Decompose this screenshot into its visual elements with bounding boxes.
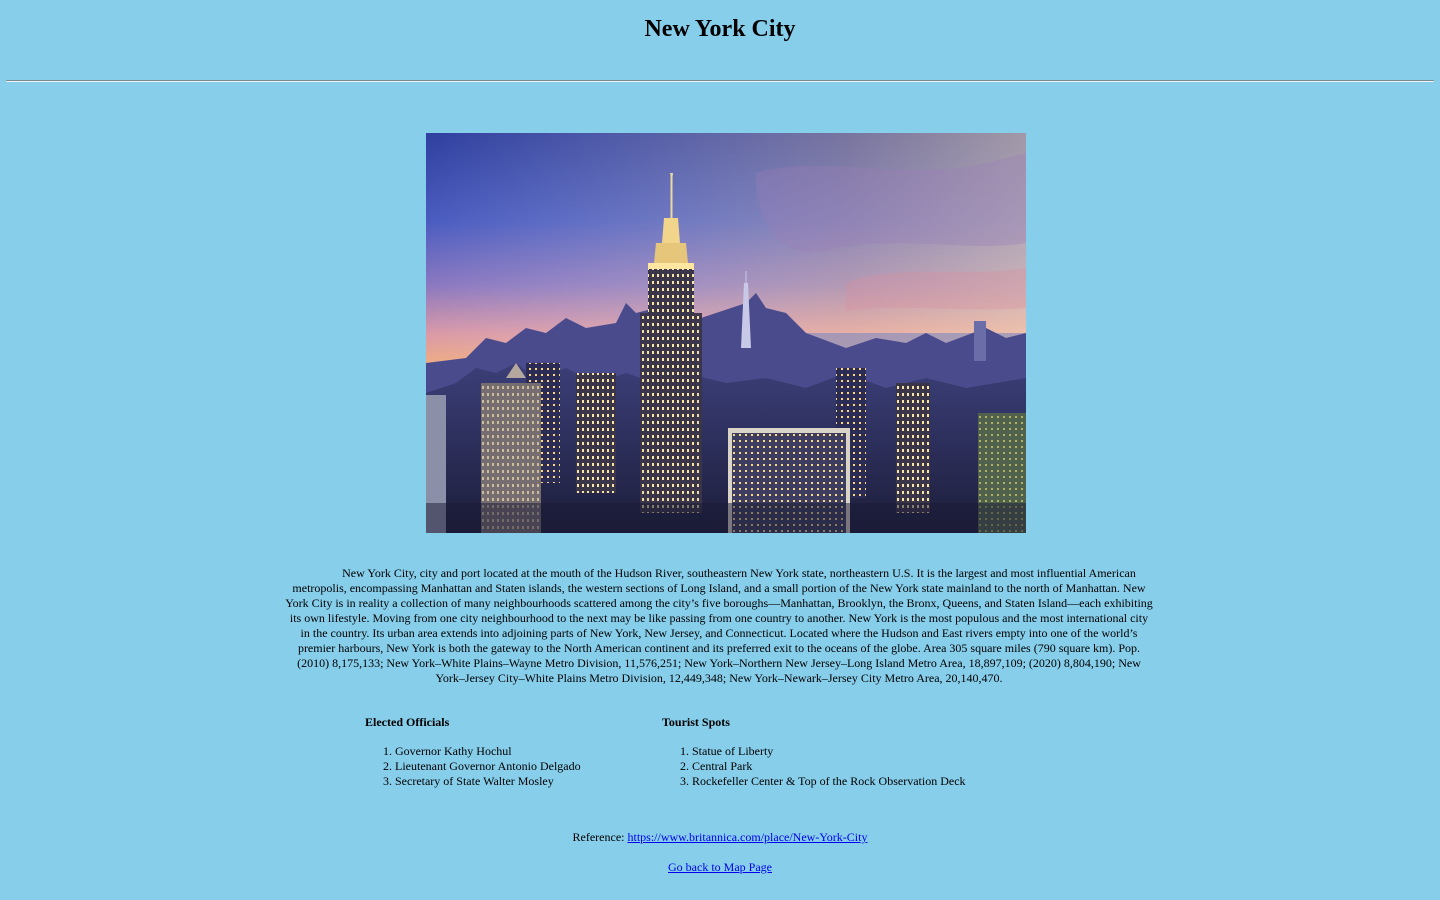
tourist-spots-list: Statue of Liberty Central Park Rockefell… <box>662 744 966 789</box>
tourist-spots-heading: Tourist Spots <box>662 715 730 729</box>
list-item: Central Park <box>692 759 966 774</box>
tourist-spots-section: Tourist Spots Statue of Liberty Central … <box>662 715 966 789</box>
elected-officials-list: Governor Kathy Hochul Lieutenant Governo… <box>365 744 581 789</box>
list-item: Rockefeller Center & Top of the Rock Obs… <box>692 774 966 789</box>
list-item: Governor Kathy Hochul <box>395 744 581 759</box>
reference-label: Reference: <box>572 830 628 844</box>
city-description: New York City, city and port located at … <box>285 566 1153 685</box>
reference-line: Reference: https://www.britannica.com/pl… <box>0 830 1440 845</box>
list-item: Secretary of State Walter Mosley <box>395 774 581 789</box>
elected-officials-heading: Elected Officials <box>365 715 450 729</box>
nyc-skyline-image <box>426 133 1026 533</box>
horizontal-rule <box>6 80 1434 82</box>
elected-officials-section: Elected Officials Governor Kathy Hochul … <box>365 715 581 789</box>
back-link-line: Go back to Map Page <box>0 860 1440 875</box>
list-item: Lieutenant Governor Antonio Delgado <box>395 759 581 774</box>
list-item: Statue of Liberty <box>692 744 966 759</box>
back-to-map-link[interactable]: Go back to Map Page <box>668 860 772 874</box>
page-title: New York City <box>644 16 796 42</box>
reference-link[interactable]: https://www.britannica.com/place/New-Yor… <box>628 830 868 844</box>
